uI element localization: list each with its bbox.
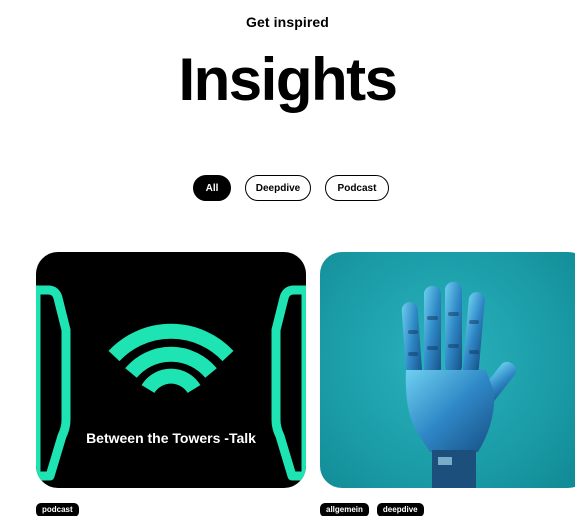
- filter-bar: All Deepdive Podcast: [0, 175, 575, 201]
- card-tags: allgemein deepdive: [320, 503, 424, 516]
- tag-badge[interactable]: allgemein: [320, 503, 369, 516]
- card-tags: podcast: [36, 503, 79, 516]
- page-eyebrow: Get inspired: [246, 14, 329, 30]
- insight-card-podcast[interactable]: Between the Towers -Talk: [36, 252, 306, 488]
- card-title: Between the Towers -Talk: [86, 430, 256, 446]
- filter-podcast-button[interactable]: Podcast: [325, 175, 389, 201]
- page-title: Insights: [178, 46, 398, 113]
- filter-deepdive-button[interactable]: Deepdive: [245, 175, 311, 201]
- tag-badge[interactable]: deepdive: [376, 503, 424, 516]
- filter-all-button[interactable]: All: [193, 175, 231, 201]
- podcast-wifi-graphic: [36, 285, 306, 481]
- robot-hand-photo: [401, 282, 516, 488]
- insight-card-robot-hand[interactable]: [320, 252, 575, 488]
- tag-badge[interactable]: podcast: [36, 503, 79, 516]
